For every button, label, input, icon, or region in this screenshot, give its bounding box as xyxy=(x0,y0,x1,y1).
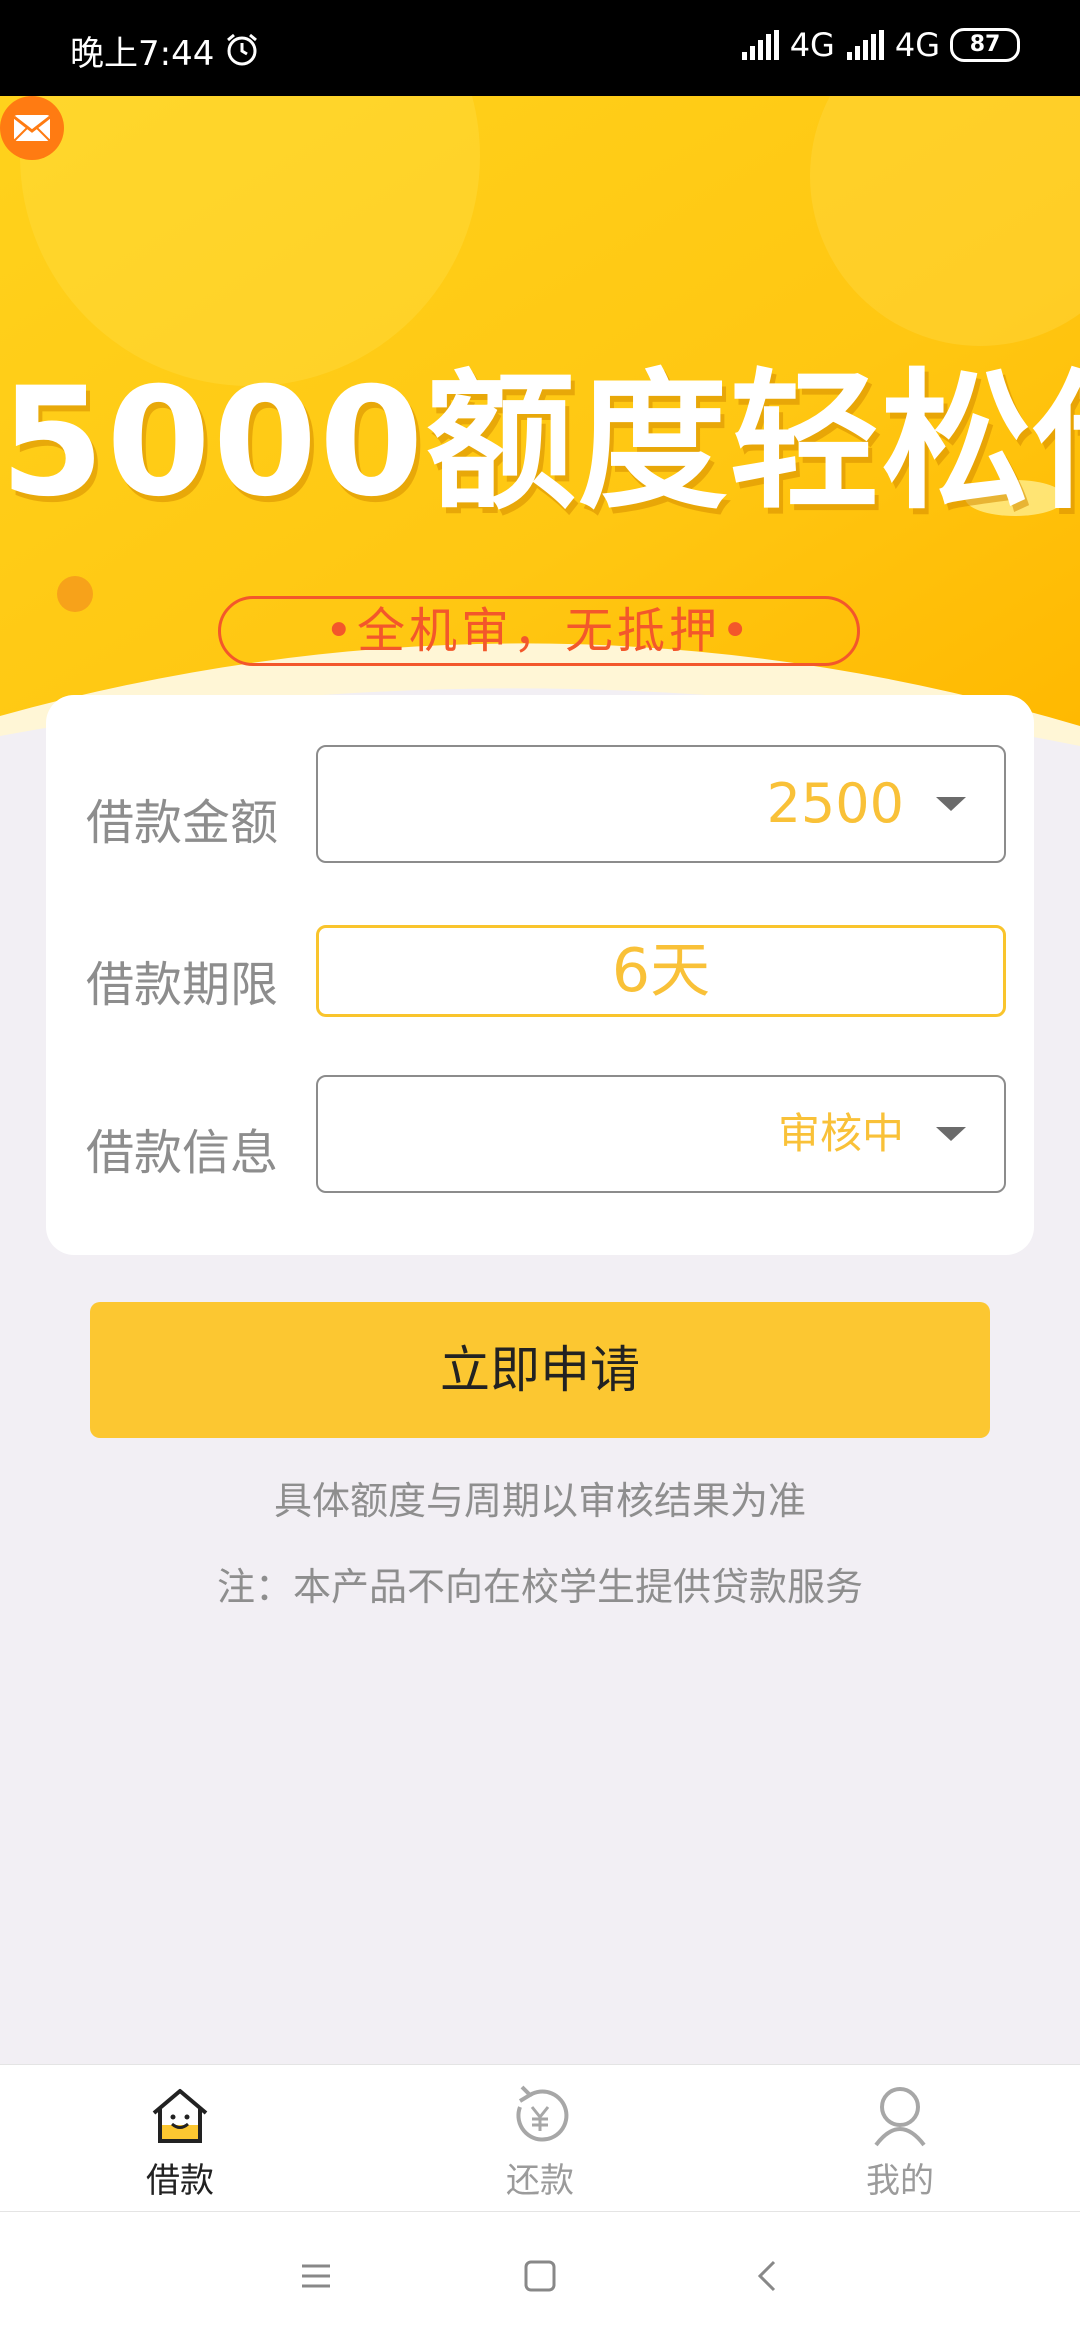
tab-repay-label: 还款 xyxy=(506,2161,574,2201)
menu-icon[interactable] xyxy=(296,2256,336,2296)
home-square-icon[interactable] xyxy=(520,2256,560,2296)
tab-borrow[interactable]: 借款 xyxy=(0,2065,360,2211)
banner-headline: 5000额度轻松借 xyxy=(0,356,1080,530)
network-label-2: 4G xyxy=(894,26,940,64)
status-bar: 晚上7:44 4G 4G 87 xyxy=(0,0,1080,96)
info-value: 审核中 xyxy=(777,1109,904,1158)
promo-banner: 5000额度轻松借 •全机审，无抵押• xyxy=(0,96,1080,756)
note-students: 注：本产品不向在校学生提供贷款服务 xyxy=(216,1565,863,1609)
loan-form-card: 借款金额 2500 借款期限 6天 借款信息 审核中 xyxy=(46,695,1034,1255)
amount-label: 借款金额 xyxy=(86,795,279,851)
battery-icon: 87 xyxy=(950,28,1020,62)
network-label-1: 4G xyxy=(789,26,835,64)
banner-tagline: •全机审，无抵押• xyxy=(218,596,860,666)
tab-repay[interactable]: 还款 xyxy=(360,2065,720,2211)
mail-icon[interactable] xyxy=(0,96,64,160)
status-time: 晚上7:44 xyxy=(70,34,215,74)
tab-borrow-label: 借款 xyxy=(146,2161,214,2201)
back-icon[interactable] xyxy=(748,2256,788,2296)
person-icon xyxy=(874,2087,926,2147)
period-value: 6天 xyxy=(611,936,711,1006)
info-label: 借款信息 xyxy=(86,1125,279,1181)
tab-mine-label: 我的 xyxy=(866,2161,934,2201)
refresh-yen-icon xyxy=(516,2085,569,2142)
apply-button[interactable]: 立即申请 xyxy=(90,1302,990,1438)
period-label: 借款期限 xyxy=(86,957,279,1013)
status-indicators: 4G 4G 87 xyxy=(740,26,1020,64)
system-nav-bar xyxy=(0,2212,1080,2340)
bottom-tab-bar: 借款 还款 我的 xyxy=(0,2064,1080,2212)
period-field: 6天 xyxy=(316,925,1006,1017)
alarm-icon xyxy=(227,33,257,66)
chevron-down-icon xyxy=(936,797,966,811)
house-smile-icon xyxy=(152,2089,208,2143)
amount-value: 2500 xyxy=(766,772,904,835)
chevron-down-icon xyxy=(936,1127,966,1141)
signal-icon xyxy=(846,30,884,60)
tab-mine[interactable]: 我的 xyxy=(720,2065,1080,2211)
note-review: 具体额度与周期以审核结果为准 xyxy=(273,1479,806,1523)
info-select[interactable]: 审核中 xyxy=(316,1075,1006,1193)
signal-icon xyxy=(741,30,779,60)
amount-select[interactable]: 2500 xyxy=(316,745,1006,863)
